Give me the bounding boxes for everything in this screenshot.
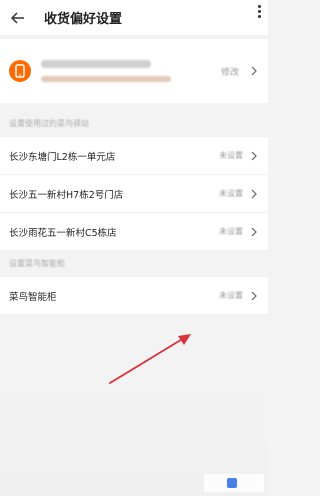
watermark-logo bbox=[204, 474, 264, 492]
annotation-arrow bbox=[109, 334, 191, 384]
